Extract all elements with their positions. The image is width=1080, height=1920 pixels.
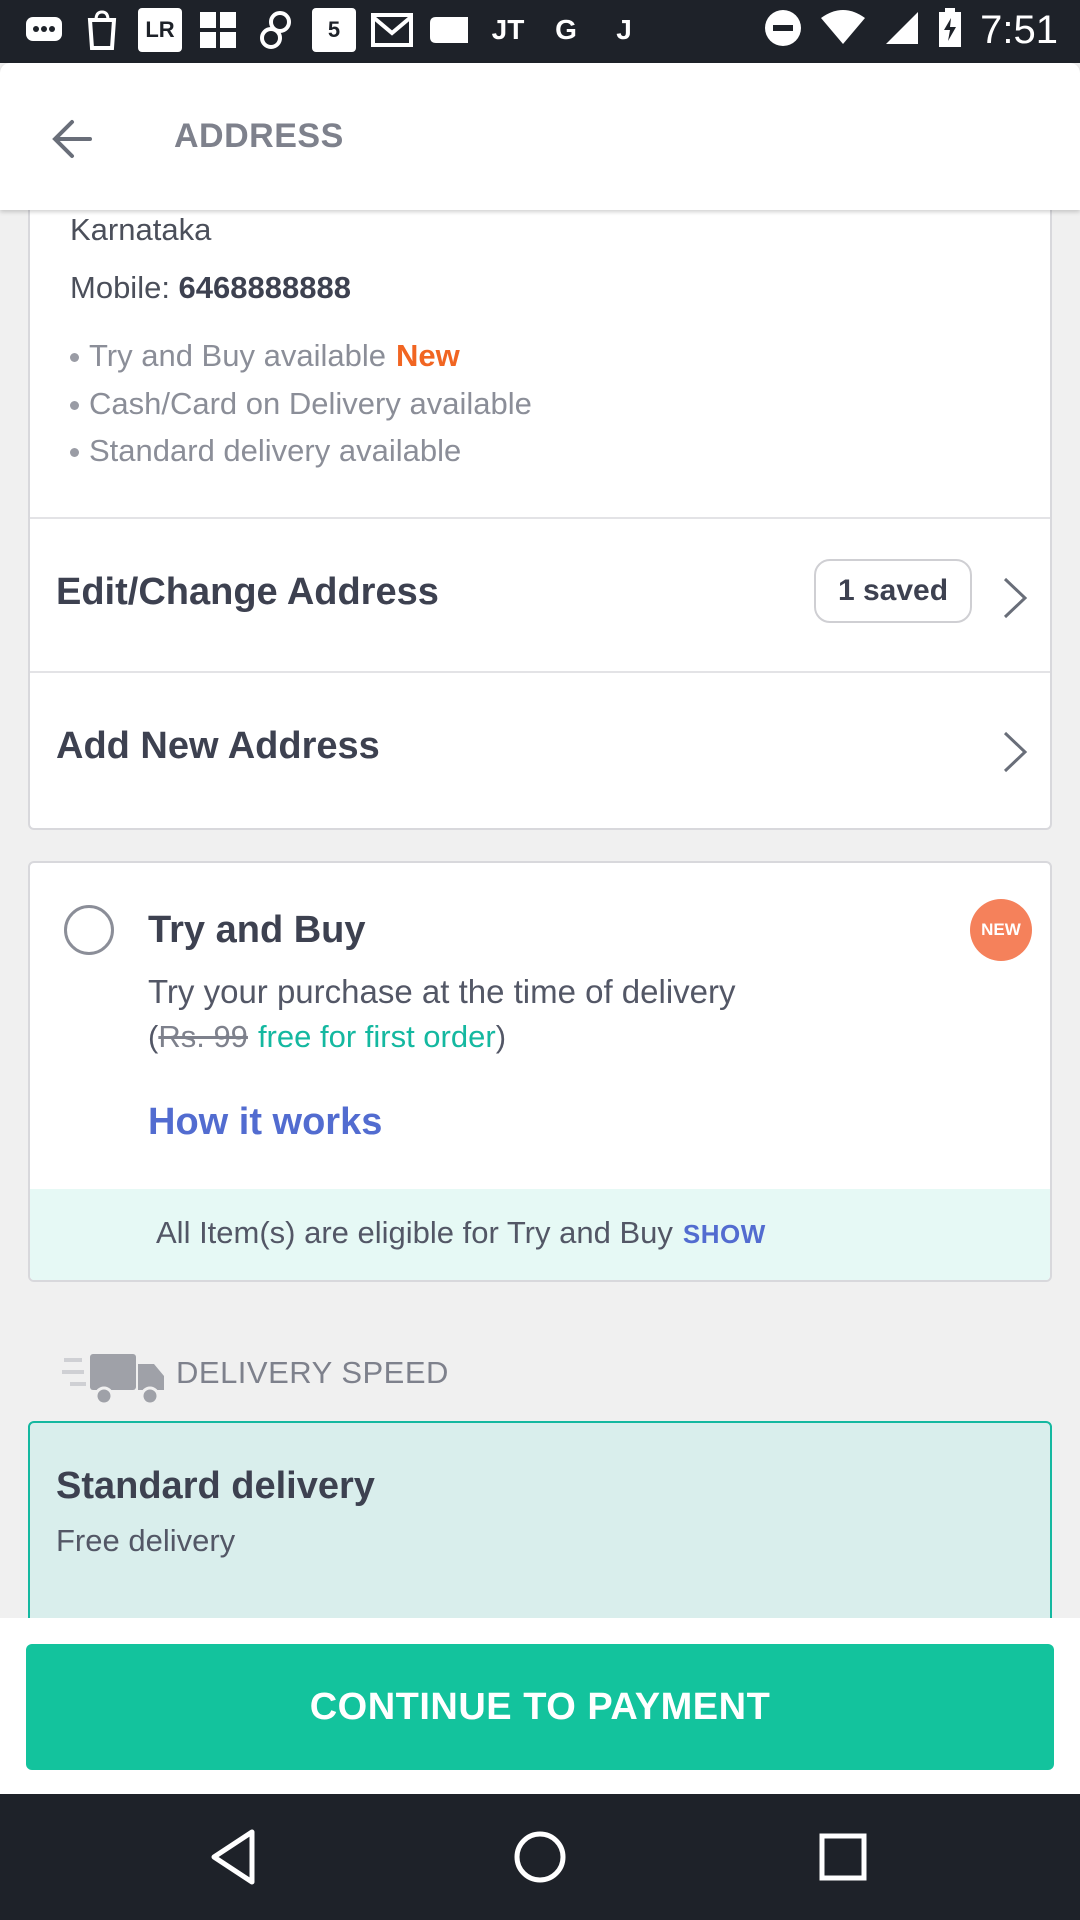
back-button[interactable] (46, 111, 102, 167)
new-tag: New (395, 338, 460, 373)
standard-delivery-title: Standard delivery (56, 1465, 375, 1507)
app-bar: ADDRESS (0, 63, 1080, 210)
system-navigation-bar (0, 1794, 1080, 1920)
status-bar: LR 5 JT G J 7:51 (0, 0, 1080, 63)
five-icon: 5 (312, 8, 356, 52)
chevron-right-icon (1003, 731, 1028, 773)
grid-icon (196, 8, 240, 52)
chevron-right-icon (1003, 577, 1028, 619)
how-it-works-link[interactable]: How it works (148, 1101, 382, 1144)
battery-icon (938, 8, 962, 53)
message-icon (22, 8, 66, 52)
wifi-icon (820, 10, 866, 51)
try-and-buy-card: Try and Buy NEW Try your purchase at the… (28, 861, 1052, 1282)
signal-icon (884, 10, 920, 51)
edit-change-address-row[interactable]: Edit/Change Address 1 saved (30, 517, 1050, 673)
saved-count-badge: 1 saved (814, 559, 972, 623)
google-icon: G (555, 14, 577, 45)
edit-change-address-label: Edit/Change Address (56, 571, 439, 613)
notification-icons: LR 5 JT G J (22, 8, 646, 52)
gmail-icon (370, 8, 414, 52)
bullet-icon (70, 448, 79, 458)
add-new-address-label: Add New Address (56, 725, 380, 767)
show-link[interactable]: SHOW (683, 1219, 766, 1249)
address-mobile: Mobile: 6468888888 (70, 270, 351, 306)
link-icon (254, 8, 298, 52)
mobile-label: Mobile: (70, 270, 179, 305)
bullet-icon (70, 353, 79, 363)
continue-to-payment-button[interactable]: CONTINUE TO PAYMENT (26, 1644, 1054, 1770)
lr-icon: LR (138, 8, 182, 52)
delivery-speed-heading: DELIVERY SPEED (176, 1355, 449, 1390)
eligibility-message: All Item(s) are eligible for Try and Buy… (156, 1215, 766, 1251)
feature-standard-delivery: Standard delivery available (70, 433, 461, 469)
old-price: Rs. 99 (158, 1019, 248, 1054)
free-text: free for first order (257, 1019, 496, 1054)
feature-cod: Cash/Card on Delivery available (70, 386, 532, 422)
clock: 7:51 (980, 8, 1058, 52)
shopping-icon (80, 8, 124, 52)
back-arrow-icon (52, 120, 92, 158)
nav-home-icon[interactable] (507, 1824, 573, 1890)
eligibility-text: All Item(s) are eligible for Try and Buy (156, 1215, 673, 1250)
eligibility-bar: All Item(s) are eligible for Try and Buy… (30, 1189, 1050, 1280)
address-card: Karnataka Mobile: 6468888888 Try and Buy… (28, 210, 1052, 830)
feature-try-and-buy: Try and Buy available New (70, 338, 460, 374)
feature-text: Standard delivery available (89, 433, 462, 468)
try-and-buy-title: Try and Buy (148, 909, 366, 951)
feature-text: Try and Buy available (89, 338, 386, 373)
price-paren-open: ( (148, 1019, 159, 1054)
tag-icon (428, 8, 472, 52)
system-icons: 7:51 (764, 8, 1058, 53)
page-title: ADDRESS (174, 117, 344, 155)
bullet-icon (70, 401, 79, 411)
new-badge: NEW (970, 899, 1032, 961)
add-new-address-row[interactable]: Add New Address (30, 671, 1050, 827)
do-not-disturb-icon (764, 9, 802, 52)
price-paren-close: ) (495, 1019, 507, 1054)
feature-text: Cash/Card on Delivery available (89, 386, 532, 421)
try-and-buy-radio[interactable] (64, 905, 114, 955)
standard-delivery-option[interactable]: Standard delivery Free delivery (28, 1421, 1052, 1641)
try-and-buy-price: (Rs. 99 free for first order) (148, 1019, 506, 1055)
nav-recents-icon[interactable] (810, 1824, 876, 1890)
j-icon: J (616, 14, 632, 45)
bottom-action-bar: CONTINUE TO PAYMENT (0, 1618, 1080, 1794)
delivery-truck-icon (62, 1354, 164, 1406)
nav-back-icon[interactable] (202, 1824, 268, 1890)
try-and-buy-description: Try your purchase at the time of deliver… (148, 973, 736, 1010)
address-state: Karnataka (70, 212, 212, 247)
jt-icon: JT (491, 14, 525, 45)
mobile-number: 6468888888 (178, 270, 351, 305)
standard-delivery-subtitle: Free delivery (56, 1523, 236, 1558)
